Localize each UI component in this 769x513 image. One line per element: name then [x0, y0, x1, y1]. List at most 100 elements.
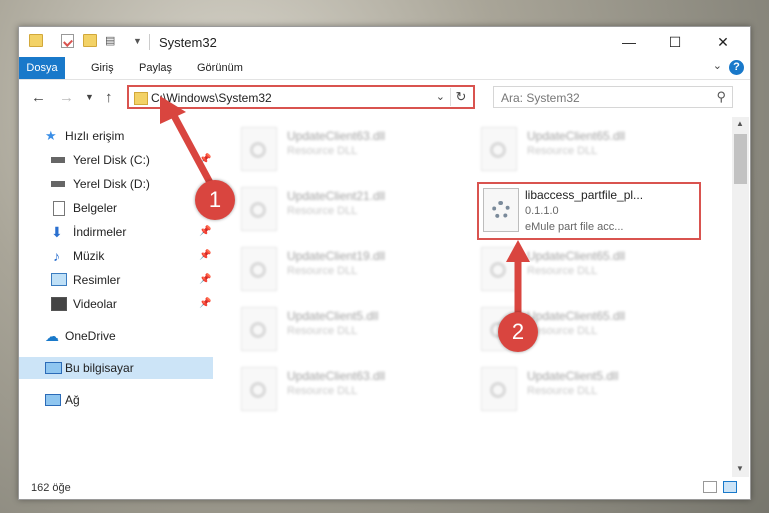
ribbon-tabs: Dosya Giriş Paylaş Görünüm ⌄ ?	[19, 57, 750, 80]
file-name: UpdateClient19.dll	[287, 249, 386, 263]
separator	[149, 34, 150, 50]
file-description: Resource DLL	[527, 145, 598, 157]
file-description: Resource DLL	[287, 205, 358, 217]
file-description: Resource DLL	[287, 385, 358, 397]
sidebar-item-label: Hızlı erişim	[65, 129, 125, 143]
pin-icon: 📌	[199, 274, 212, 285]
search-icon[interactable]: ⚲	[716, 89, 726, 105]
file-item[interactable]: UpdateClient19.dll Resource DLL	[235, 243, 465, 295]
file-name: libaccess_partfile_pl...	[525, 188, 644, 202]
scrollbar-thumb[interactable]	[734, 134, 747, 184]
dll-file-icon	[483, 188, 519, 232]
pin-icon: 📌	[199, 226, 212, 237]
status-bar: 162 öğe	[19, 477, 750, 499]
details-view-icon[interactable]	[703, 481, 717, 493]
file-item[interactable]: UpdateClient21.dll Resource DLL	[235, 183, 465, 235]
file-item[interactable]: UpdateClient63.dll Resource DLL	[235, 363, 465, 415]
file-description: Resource DLL	[527, 385, 598, 397]
tab-file[interactable]: Dosya	[19, 57, 65, 79]
sidebar-item-label: Resimler	[73, 273, 121, 287]
file-description: Resource DLL	[287, 145, 358, 157]
pictures-icon	[51, 273, 67, 286]
file-name: UpdateClient63.dll	[287, 369, 386, 383]
file-item[interactable]: UpdateClient5.dll Resource DLL	[235, 303, 465, 355]
customize-icon[interactable]: ▤	[105, 34, 119, 48]
sidebar-item-this-pc[interactable]: Bu bilgisayar	[19, 357, 213, 379]
sidebar-item-music[interactable]: ♪ Müzik 📌	[19, 245, 213, 267]
forward-arrow-icon[interactable]: →	[59, 89, 74, 106]
new-folder-icon[interactable]	[83, 34, 97, 47]
file-item[interactable]: UpdateClient5.dll Resource DLL	[475, 363, 705, 415]
network-icon	[45, 394, 61, 406]
sidebar-item-onedrive[interactable]: ☁ OneDrive	[19, 325, 213, 347]
sidebar-item-label: Bu bilgisayar	[65, 361, 134, 375]
tab-home[interactable]: Giriş	[81, 57, 124, 79]
sidebar-item-documents[interactable]: Belgeler 📌	[19, 197, 213, 219]
sidebar-item-local-disk-d[interactable]: Yerel Disk (D:)	[19, 173, 213, 195]
chevron-down-icon[interactable]: ▼	[133, 36, 147, 50]
sidebar-item-label: Yerel Disk (D:)	[73, 177, 150, 191]
tab-share[interactable]: Paylaş	[129, 57, 182, 79]
scroll-down-icon[interactable]: ▼	[736, 464, 744, 473]
file-description: Resource DLL	[527, 265, 598, 277]
gear-icon	[492, 201, 510, 219]
callout-2: 2	[498, 312, 538, 352]
scroll-up-icon[interactable]: ▲	[736, 119, 744, 128]
item-count: 162 öğe	[31, 482, 71, 494]
chevron-down-icon[interactable]: ⌄	[713, 59, 722, 72]
drive-icon	[51, 181, 65, 187]
navigation-pane: ★ Hızlı erişim Yerel Disk (C:) 📌 Yerel D…	[19, 117, 213, 477]
file-name: UpdateClient65.dll	[527, 129, 626, 143]
sidebar-item-label: Yerel Disk (C:)	[73, 153, 150, 167]
sidebar-item-quick-access[interactable]: ★ Hızlı erişim	[19, 125, 213, 147]
music-icon: ♪	[53, 248, 60, 264]
dll-file-icon	[481, 127, 517, 171]
file-name: UpdateClient21.dll	[287, 189, 386, 203]
file-name: UpdateClient5.dll	[527, 369, 619, 383]
search-placeholder: Ara: System32	[501, 91, 580, 105]
folder-icon	[134, 92, 148, 105]
back-arrow-icon[interactable]: ←	[31, 89, 46, 106]
file-name: UpdateClient65.dll	[527, 249, 626, 263]
file-item[interactable]: UpdateClient65.dll Resource DLL	[475, 243, 705, 295]
up-arrow-icon[interactable]: ↑	[105, 89, 113, 106]
window-title: System32	[159, 35, 217, 50]
dll-file-icon	[481, 247, 517, 291]
sidebar-item-network[interactable]: Ağ	[19, 389, 213, 411]
chevron-down-icon[interactable]: ⌄	[436, 90, 445, 103]
file-item[interactable]: UpdateClient63.dll Resource DLL	[235, 123, 465, 175]
highlighted-file-item[interactable]: libaccess_partfile_pl... 0.1.1.0 eMule p…	[477, 182, 701, 240]
sidebar-item-downloads[interactable]: ⬇ İndirmeler 📌	[19, 221, 213, 243]
sidebar-item-videos[interactable]: Videolar 📌	[19, 293, 213, 315]
minimize-button[interactable]: —	[606, 27, 652, 57]
maximize-button[interactable]: ☐	[652, 27, 698, 57]
vertical-scrollbar[interactable]: ▲ ▼	[732, 117, 749, 477]
drive-icon	[51, 157, 65, 163]
navigation-bar: ← → ▼ ↑ C:\Windows\System32 ⌄ ↻ Ara: Sys…	[19, 80, 750, 116]
dll-file-icon	[241, 187, 277, 231]
dll-file-icon	[241, 247, 277, 291]
address-bar[interactable]: C:\Windows\System32 ⌄ ↻	[127, 85, 475, 109]
close-button[interactable]: ✕	[700, 27, 746, 57]
search-input[interactable]: Ara: System32 ⚲	[493, 86, 733, 108]
file-item[interactable]: UpdateClient65.dll Resource DLL	[475, 123, 705, 175]
document-icon	[53, 201, 65, 216]
tiles-view-icon[interactable]	[723, 481, 737, 493]
properties-icon[interactable]	[61, 34, 74, 48]
file-description: Resource DLL	[287, 265, 358, 277]
sidebar-item-pictures[interactable]: Resimler 📌	[19, 269, 213, 291]
videos-icon	[51, 297, 67, 311]
help-icon[interactable]: ?	[729, 60, 744, 75]
sidebar-item-label: OneDrive	[65, 329, 116, 343]
tab-view[interactable]: Görünüm	[187, 57, 253, 79]
sidebar-item-label: İndirmeler	[73, 225, 127, 239]
file-name: UpdateClient5.dll	[287, 309, 379, 323]
refresh-icon[interactable]: ↻	[450, 88, 471, 106]
callout-1: 1	[195, 180, 235, 220]
sidebar-item-label: Ağ	[65, 393, 80, 407]
recent-chevron-icon[interactable]: ▼	[85, 92, 94, 102]
sidebar-item-local-disk-c[interactable]: Yerel Disk (C:) 📌	[19, 149, 213, 171]
address-path[interactable]: C:\Windows\System32	[151, 91, 272, 105]
title-bar: ▤ ▼ System32 — ☐ ✕	[19, 27, 750, 57]
dll-file-icon	[241, 367, 277, 411]
